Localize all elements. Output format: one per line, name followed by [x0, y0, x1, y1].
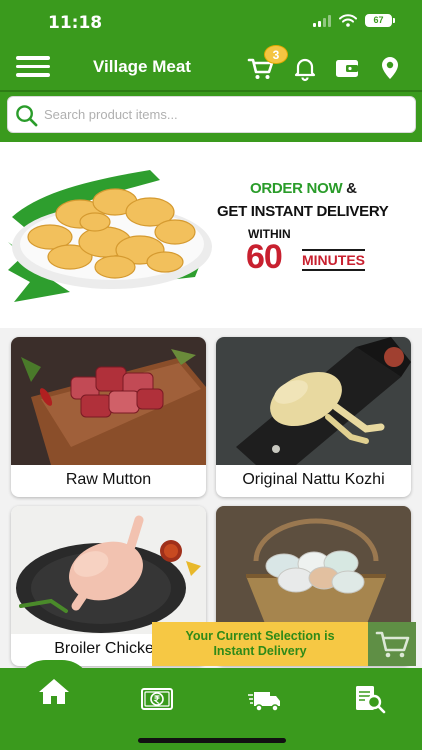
cart-icon — [375, 631, 410, 658]
menu-icon[interactable] — [16, 56, 50, 78]
cellular-signal-icon — [313, 14, 331, 27]
delivery-truck-icon[interactable] — [248, 686, 282, 716]
search-input[interactable] — [44, 97, 404, 132]
wallet-icon[interactable] — [333, 54, 361, 82]
nattu-kozhi-image — [216, 337, 411, 465]
eggs-image — [216, 506, 411, 634]
category-card-nattu-kozhi[interactable]: Original Nattu Kozhi — [216, 337, 411, 497]
cart-count-badge: 3 — [264, 45, 288, 64]
current-selection-toast[interactable]: Your Current Selection is Instant Delive… — [152, 622, 368, 666]
chicken-pieces-image — [8, 170, 212, 302]
floating-cart-button[interactable] — [368, 622, 416, 666]
app-header: Village Meat — [0, 44, 422, 90]
promo-banner[interactable]: ORDER NOW & GET INSTANT DELIVERY WITHIN … — [0, 142, 422, 328]
location-pin-icon[interactable] — [376, 54, 404, 82]
rupee-payment-icon[interactable] — [140, 684, 174, 714]
banner-instant-delivery: GET INSTANT DELIVERY — [217, 203, 389, 220]
category-label: Raw Mutton — [65, 471, 152, 488]
banner-text: ORDER NOW & GET INSTANT DELIVERY WITHIN … — [210, 142, 422, 328]
search-icon — [16, 105, 38, 127]
order-search-icon[interactable] — [353, 684, 387, 714]
bell-icon[interactable] — [291, 54, 319, 82]
category-card-raw-mutton[interactable]: Raw Mutton — [11, 337, 206, 497]
banner-order-now: ORDER NOW & — [250, 180, 357, 197]
raw-mutton-image — [11, 337, 206, 465]
home-icon[interactable] — [37, 676, 71, 706]
toast-line2: Instant Delivery — [213, 644, 307, 658]
wifi-icon — [339, 14, 357, 27]
banner-sixty: 60 — [246, 238, 283, 276]
banner-minutes: MINUTES — [302, 249, 365, 271]
home-indicator — [138, 738, 286, 743]
app-title: Village Meat — [93, 57, 191, 76]
category-grid: Raw Mutton Original Nattu Kozhi Broiler … — [0, 328, 422, 668]
status-icons: 67 — [313, 14, 395, 27]
status-bar: 11:18 67 — [0, 0, 422, 44]
search-bar[interactable] — [7, 96, 416, 133]
header-divider — [0, 90, 422, 92]
broiler-chicken-image — [11, 506, 206, 634]
battery-icon: 67 — [365, 14, 395, 27]
status-time: 11:18 — [48, 13, 103, 33]
category-label: Original Nattu Kozhi — [242, 471, 385, 488]
toast-line1: Your Current Selection is — [185, 629, 335, 643]
